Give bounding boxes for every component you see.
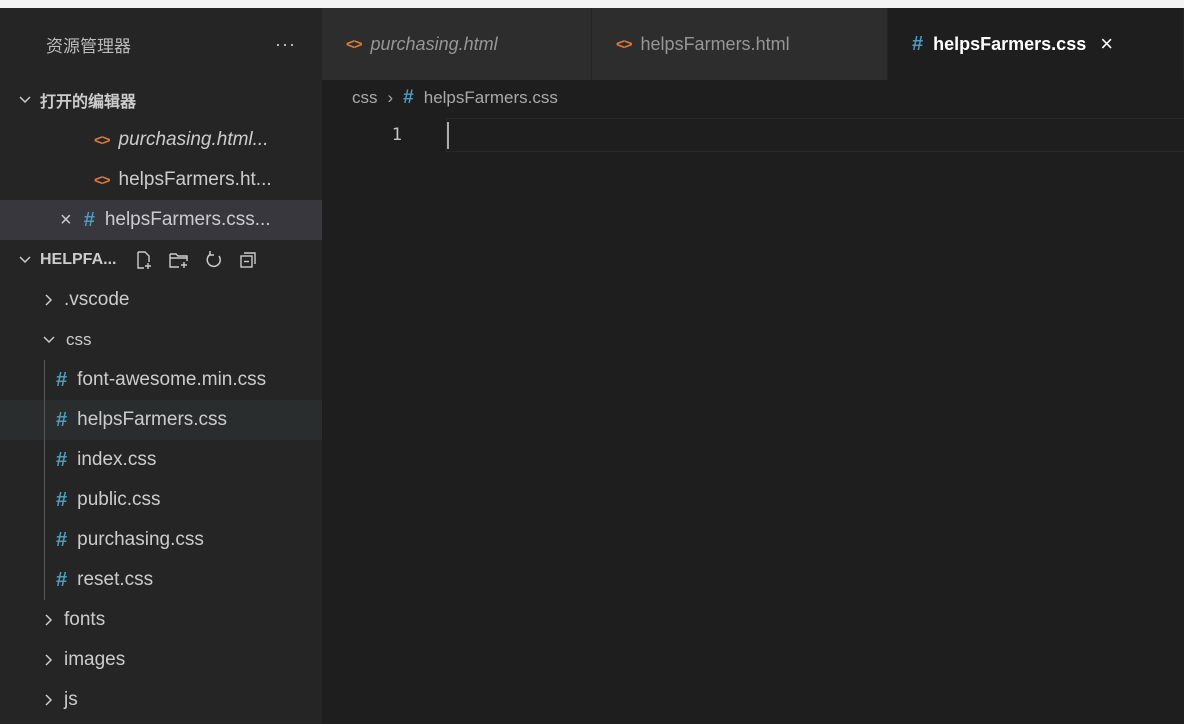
tree-file-helpsfarmers-css[interactable]: # helpsFarmers.css	[0, 400, 322, 440]
tree-item-label: font-awesome.min.css	[77, 369, 267, 390]
breadcrumb: css › # helpsFarmers.css	[322, 80, 1184, 116]
html-file-icon: <>	[94, 171, 111, 189]
tab-purchasing-html[interactable]: <> purchasing.html	[322, 8, 592, 80]
explorer-sidebar: 资源管理器 ··· 打开的编辑器 <> purchasing.html... <…	[0, 8, 322, 724]
chevron-down-icon	[18, 93, 34, 107]
indent-guide	[44, 480, 45, 520]
css-file-icon: #	[56, 488, 68, 511]
indent-guide	[44, 360, 45, 400]
close-icon[interactable]: ×	[1100, 31, 1113, 57]
code-editor[interactable]: 1	[322, 116, 1184, 724]
close-icon[interactable]: ×	[60, 209, 72, 232]
tab-helpsfarmers-html[interactable]: <> helpsFarmers.html	[592, 8, 888, 80]
css-file-icon: #	[56, 528, 68, 551]
chevron-down-icon	[42, 333, 58, 347]
tree-folder-css[interactable]: css	[0, 320, 322, 360]
chevron-right-icon	[42, 293, 58, 307]
html-file-icon: <>	[346, 35, 363, 53]
chevron-right-icon: ›	[387, 88, 394, 107]
editor-tab-bar: <> purchasing.html <> helpsFarmers.html …	[322, 8, 1184, 80]
css-file-icon: #	[56, 408, 68, 431]
tree-item-label: fonts	[64, 609, 106, 630]
open-editor-label: helpsFarmers.css...	[104, 209, 271, 230]
open-editor-item-helpsfarmers-css[interactable]: × # helpsFarmers.css...	[0, 200, 322, 240]
refresh-icon[interactable]	[204, 250, 224, 270]
explorer-title: 资源管理器	[46, 36, 131, 56]
tree-file-public-css[interactable]: # public.css	[0, 480, 322, 520]
line-number: 1	[391, 125, 402, 145]
open-editors-label: 打开的编辑器	[40, 94, 137, 111]
new-file-icon[interactable]	[134, 250, 154, 270]
tree-file-index-css[interactable]: # index.css	[0, 440, 322, 480]
chevron-right-icon	[42, 613, 58, 627]
window-top-strip	[0, 0, 1184, 8]
tree-item-label: js	[64, 689, 78, 710]
tree-file-reset-css[interactable]: # reset.css	[0, 560, 322, 600]
open-editor-label: purchasing.html...	[118, 129, 269, 150]
tab-helpsfarmers-css[interactable]: # helpsFarmers.css ×	[888, 8, 1184, 80]
css-file-icon: #	[56, 368, 68, 391]
css-file-icon: #	[912, 32, 924, 55]
current-line-highlight	[446, 118, 1184, 152]
breadcrumb-folder[interactable]: css	[352, 88, 378, 108]
open-editor-item-helpsfarmers-html[interactable]: <> helpsFarmers.ht...	[0, 160, 322, 200]
open-editor-label: helpsFarmers.ht...	[118, 169, 272, 190]
new-folder-icon[interactable]	[168, 250, 190, 270]
chevron-right-icon	[42, 653, 58, 667]
chevron-right-icon	[42, 693, 58, 707]
open-editors-section[interactable]: 打开的编辑器	[0, 80, 322, 120]
html-file-icon: <>	[94, 131, 111, 149]
tree-item-label: reset.css	[77, 569, 154, 590]
tree-folder-images[interactable]: images	[0, 640, 322, 680]
tree-item-label: helpsFarmers.css	[77, 409, 228, 430]
tree-item-label: index.css	[77, 449, 157, 470]
tree-folder-js[interactable]: js	[0, 680, 322, 720]
css-file-icon: #	[83, 208, 95, 231]
explorer-header: 资源管理器 ···	[0, 8, 322, 80]
tree-item-label: .vscode	[64, 289, 130, 310]
tree-item-label: images	[64, 649, 126, 670]
workspace-section[interactable]: HELPFA...	[0, 240, 322, 280]
open-editor-item-purchasing[interactable]: <> purchasing.html...	[0, 120, 322, 160]
more-actions-icon[interactable]: ···	[275, 34, 296, 55]
css-file-icon: #	[56, 448, 68, 471]
tree-item-label: css	[66, 330, 92, 349]
html-file-icon: <>	[616, 35, 633, 53]
indent-guide	[44, 400, 45, 440]
css-file-icon: #	[403, 87, 414, 108]
indent-guide	[44, 440, 45, 480]
indent-guide	[44, 560, 45, 600]
tree-item-label: purchasing.css	[77, 529, 204, 550]
indent-guide	[44, 520, 45, 560]
css-file-icon: #	[56, 568, 68, 591]
tab-label: helpsFarmers.html	[640, 33, 790, 54]
tree-item-label: public.css	[77, 489, 161, 510]
workspace-label: HELPFA...	[40, 251, 117, 268]
breadcrumb-file[interactable]: helpsFarmers.css	[424, 88, 558, 108]
tree-folder-fonts[interactable]: fonts	[0, 600, 322, 640]
text-cursor	[447, 122, 449, 149]
tree-file-purchasing-css[interactable]: # purchasing.css	[0, 520, 322, 560]
tab-label: helpsFarmers.css	[933, 33, 1087, 54]
tree-folder-vscode[interactable]: .vscode	[0, 280, 322, 320]
tab-label: purchasing.html	[370, 33, 498, 54]
chevron-down-icon	[18, 253, 34, 267]
collapse-all-icon[interactable]	[238, 250, 258, 270]
tree-file-font-awesome[interactable]: # font-awesome.min.css	[0, 360, 322, 400]
workspace-actions	[134, 250, 258, 270]
